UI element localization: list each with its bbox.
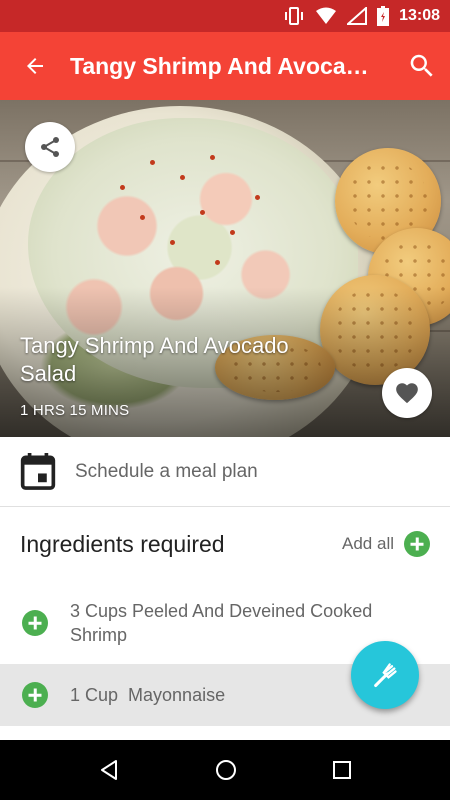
add-ingredient-icon[interactable] <box>22 610 48 636</box>
fork-icon <box>374 663 397 688</box>
ingredients-heading: Ingredients required <box>20 530 225 557</box>
app-bar: Tangy Shrimp And Avocado Salad <box>0 32 450 100</box>
wifi-icon <box>316 7 337 24</box>
arrow-back-icon <box>27 58 43 74</box>
back-triangle-icon[interactable] <box>97 758 121 782</box>
recents-square-icon[interactable] <box>331 759 353 781</box>
back-button[interactable] <box>0 32 70 100</box>
ingredients-header: Ingredients required Add all <box>0 508 450 580</box>
ingredient-text: 3 Cups Peeled And Deveined Cooked Shrimp <box>70 601 373 645</box>
home-circle-icon[interactable] <box>214 758 238 782</box>
heart-icon <box>396 383 418 404</box>
battery-icon <box>377 6 390 26</box>
search-button[interactable] <box>394 32 450 100</box>
recipe-title: Tangy Shrimp And Avocado Salad <box>20 333 289 386</box>
share-icon <box>41 137 59 157</box>
search-icon <box>410 54 433 77</box>
system-nav-bar <box>0 740 450 800</box>
recipe-time: 1 HRS 15 MINS <box>20 402 130 419</box>
vibrate-icon <box>285 7 304 25</box>
status-bar: 13:08 <box>0 0 450 32</box>
add-all-label: Add all <box>342 534 394 553</box>
plus-circle-icon <box>404 531 430 557</box>
add-all-button[interactable]: Add all <box>342 531 430 557</box>
schedule-meal-plan-row[interactable]: Schedule a meal plan <box>0 437 450 507</box>
recipe-hero-image: Tangy Shrimp And Avocado Salad 1 HRS 15 … <box>0 100 450 437</box>
status-time: 13:08 <box>399 7 440 24</box>
app-bar-title: Tangy Shrimp And Avocado Salad <box>70 52 394 79</box>
add-ingredient-icon[interactable] <box>22 682 48 708</box>
schedule-label: Schedule a meal plan <box>75 460 258 482</box>
favorite-button[interactable] <box>382 368 432 418</box>
signal-icon <box>347 7 368 25</box>
share-button[interactable] <box>25 122 75 172</box>
calendar-icon <box>20 452 55 490</box>
cook-mode-fab[interactable] <box>351 641 419 709</box>
